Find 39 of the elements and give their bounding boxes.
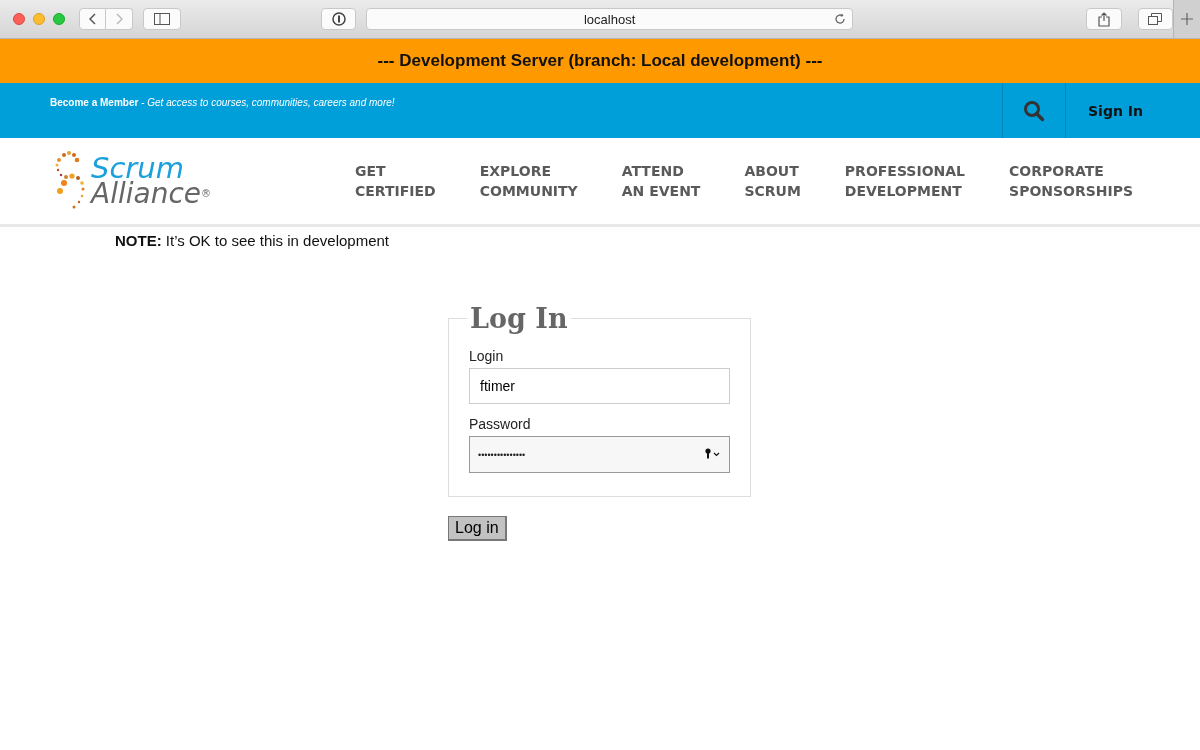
login-field[interactable]: ftimer (469, 368, 730, 404)
logo-wordmark-scrum: Scrum (91, 155, 184, 181)
sidebar-icon (153, 13, 170, 25)
plus-icon (1181, 13, 1194, 25)
nav-link[interactable]: GET CERTIFIED (355, 161, 436, 201)
chevron-left-icon (88, 13, 97, 25)
field-label: Password (469, 416, 532, 432)
minimize-window-button[interactable] (33, 13, 45, 25)
reader-button[interactable] (320, 8, 357, 30)
nav-link[interactable]: EXPLORE COMMUNITY (479, 161, 578, 201)
nav-link[interactable]: ABOUT SCRUM (744, 161, 801, 201)
close-window-button[interactable] (13, 13, 25, 25)
reload-icon (833, 13, 846, 25)
dev-note: NOTE: It’s OK to see this in development (114, 231, 390, 249)
info-circle-icon (331, 12, 346, 26)
share-icon (1097, 11, 1110, 27)
sign-in-link[interactable]: Sign In (1066, 83, 1200, 138)
sidebar-button[interactable] (143, 8, 181, 30)
zoom-window-button[interactable] (53, 13, 65, 25)
tabs-button[interactable] (1137, 8, 1174, 30)
login-title: Log In (469, 303, 569, 334)
field-label: Login (469, 348, 505, 364)
nav-link[interactable]: PROFESSIONAL DEVELOPMENT (844, 161, 966, 201)
tabs-icon (1148, 13, 1163, 25)
log-in-button[interactable]: Log in (448, 516, 507, 541)
search-icon (1023, 99, 1045, 122)
search-button[interactable] (1002, 83, 1066, 138)
forward-button[interactable] (106, 8, 133, 30)
nav-link[interactable]: CORPORATE SPONSORSHIPS (1009, 161, 1134, 201)
password-field[interactable]: ••••••••••••••• (469, 436, 730, 473)
share-button[interactable] (1085, 8, 1122, 30)
dev-server-banner: --- Development Server (branch: Local development) --- (0, 39, 1200, 83)
nav-link[interactable]: ATTEND AN EVENT (621, 161, 701, 201)
logo-wordmark-alliance: Alliance® (91, 181, 212, 207)
key-dropdown-icon (705, 448, 721, 459)
address-bar[interactable]: localhost (366, 8, 853, 30)
chevron-right-icon (115, 13, 123, 25)
member-promo-text: Become a Member - Get access to courses, communities, careers and more! (50, 97, 395, 108)
back-button[interactable] (79, 8, 106, 30)
